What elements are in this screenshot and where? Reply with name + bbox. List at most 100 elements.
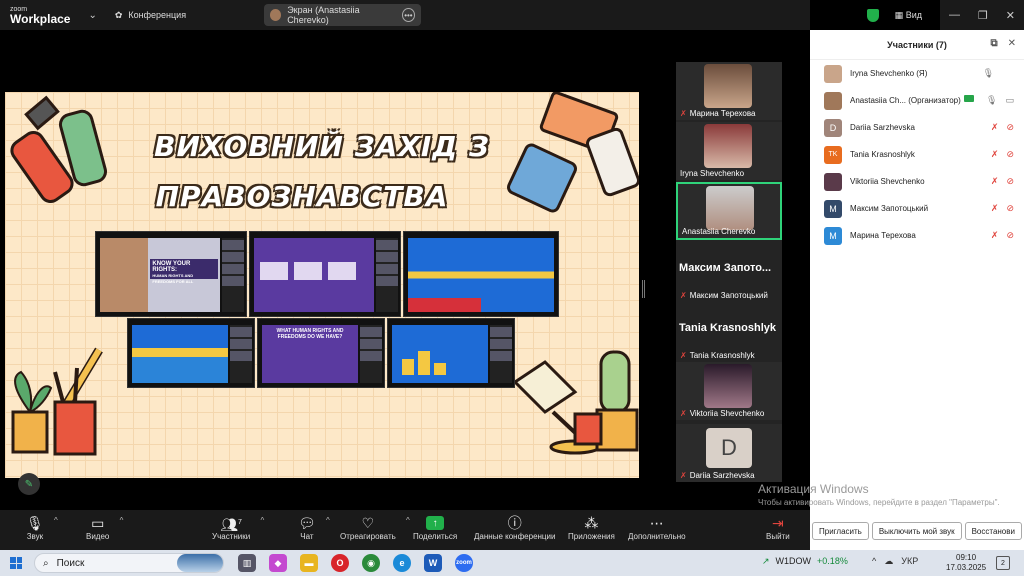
chat-button[interactable]: 💬︎ Чат ^ (298, 514, 330, 541)
participant-row[interactable]: TK Tania Krasnoshlyk ✗ ⊘ (810, 141, 1024, 168)
video-tile[interactable]: D ✗ Dariia Sarzhevska (676, 424, 782, 482)
meeting-menu[interactable]: ✿ Конференция (115, 10, 186, 21)
audio-button[interactable]: 🎙︎ Звук ^ (26, 514, 58, 541)
mute-me-button[interactable]: Выключить мой звук (871, 522, 962, 540)
more-button[interactable]: ⋯ Дополнительно (628, 514, 686, 541)
participant-row[interactable]: M Максим Запотоцький ✗ ⊘ (810, 195, 1024, 222)
shared-screen: ВИХОВНИЙ ЗАХІД З ПРАВОЗНАВСТВА KNOW YOUR… (0, 30, 670, 510)
thumbnail-screen (132, 325, 228, 383)
video-off-icon[interactable]: ⊘ (1006, 230, 1014, 241)
participant-row[interactable]: M Марина Терехова ✗ ⊘ (810, 222, 1024, 249)
screenshot-thumbnail (387, 318, 515, 388)
video-off-icon[interactable]: ⊘ (1006, 122, 1014, 133)
invite-button[interactable]: Пригласить (812, 522, 869, 540)
stock-widget[interactable]: ↗ W1DOW +0.18% (762, 556, 848, 567)
share-button[interactable]: ↑ Поделиться (413, 514, 457, 541)
view-label: Вид (905, 9, 922, 20)
participant-row[interactable]: Anastasiia Ch... (Организатор) 🎙︎ ▭ (810, 87, 1024, 114)
mic-on-icon[interactable]: 🎙︎ (986, 95, 997, 106)
participants-label: Участники (212, 532, 251, 541)
clock[interactable]: 09:10 17.03.2025 (946, 553, 986, 573)
video-button[interactable]: ▭ Видео ^ (86, 514, 123, 541)
edge-icon[interactable]: e (393, 554, 411, 572)
video-tile-active[interactable]: Anastasiia Cherevko (676, 182, 782, 240)
participant-row[interactable]: D Dariia Sarzhevska ✗ ⊘ (810, 114, 1024, 141)
video-off-icon[interactable]: ⊘ (1006, 149, 1014, 160)
tile-name-text: Максим Запотоцький (689, 291, 768, 300)
chrome-icon[interactable]: ◉ (362, 554, 380, 572)
tile-name-text: Tania Krasnoshlyk (689, 351, 755, 360)
opera-icon[interactable]: O (331, 554, 349, 572)
participant-row[interactable]: Viktoriia Shevchenko ✗ ⊘ (810, 168, 1024, 195)
leave-icon: ⇥ (771, 515, 784, 531)
windows-taskbar: ⌕ Поиск ▥ ◆ ▬ O ◉ e W zoom ↗ W1DOW +0.18… (0, 550, 1024, 576)
video-off-icon[interactable]: ⊘ (1006, 176, 1014, 187)
tile-big-name: Tania Krasnoshlyk (679, 322, 776, 334)
chevron-up-icon[interactable]: ^ (120, 516, 124, 525)
participants-button[interactable]: 👥︎7 Участники ^ (212, 514, 264, 541)
mic-on-icon[interactable]: 🎙︎ (983, 68, 994, 79)
popout-icon[interactable]: ⧉ (990, 38, 997, 49)
more-icon[interactable]: ••• (401, 8, 415, 22)
annotate-icon[interactable]: ✎ (18, 473, 40, 495)
top-right-controls: ▦ Вид (866, 0, 932, 30)
chevron-up-icon[interactable]: ^ (260, 516, 264, 525)
search-icon: ⌕ (43, 557, 49, 569)
view-menu[interactable]: ▦ Вид (895, 10, 922, 21)
mic-off-icon[interactable]: ✗ (991, 176, 999, 187)
screen-share-indicator[interactable]: Экран (Anastasiia Cherevko) ••• (264, 4, 421, 26)
audio-label: Звук (26, 532, 44, 541)
restore-button[interactable]: Восстанови (964, 522, 1022, 540)
tile-name: Anastasiia Cherevko (682, 227, 755, 236)
chevron-up-icon[interactable]: ^ (54, 516, 58, 525)
participant-video (704, 64, 752, 108)
notifications-icon[interactable]: 2 (996, 556, 1010, 570)
maximize-icon[interactable]: ❐ (978, 9, 988, 22)
splitter-handle[interactable] (642, 280, 645, 298)
avatar: TK (824, 145, 842, 164)
info-icon: ⓘ (507, 515, 522, 531)
apps-button[interactable]: ⁂ Приложения (568, 514, 615, 541)
mic-off-icon[interactable]: ✗ (991, 122, 999, 133)
close-icon[interactable]: ✕ (1008, 38, 1016, 49)
chevron-up-icon[interactable]: ^ (872, 556, 876, 567)
shield-icon[interactable] (866, 8, 879, 22)
word-icon[interactable]: W (424, 554, 442, 572)
video-on-icon[interactable]: ▭ (1005, 95, 1014, 106)
file-explorer-icon[interactable]: ▬ (300, 554, 318, 572)
language-indicator[interactable]: УКР (901, 556, 918, 567)
participant-row[interactable]: Iryna Shevchenko (Я) 🎙︎ (810, 60, 1024, 87)
zoom-icon[interactable]: zoom (455, 554, 473, 572)
video-tile[interactable]: Максим Запото... ✗ Максим Запотоцький (676, 242, 782, 302)
mic-off-icon[interactable]: ✗ (991, 230, 999, 241)
react-button[interactable]: ♡ Отреагировать ^ (340, 514, 410, 541)
video-tile[interactable]: ✗ Viktoriia Shevchenko (676, 362, 782, 420)
chevron-up-icon[interactable]: ^ (326, 516, 330, 525)
video-tile[interactable]: ✗ Марина Терехова (676, 62, 782, 120)
leave-button[interactable]: ⇥ Выйти (766, 514, 790, 541)
tile-big-name: Максим Запото... (679, 262, 772, 274)
copilot-icon[interactable]: ◆ (269, 554, 287, 572)
mic-off-icon[interactable]: ✗ (991, 203, 999, 214)
screenshot-thumbnail (127, 318, 255, 388)
cloud-icon[interactable]: ☁ (884, 556, 893, 567)
tile-name-text: Anastasiia Cherevko (682, 227, 756, 236)
screenshot-thumbnail (403, 231, 559, 317)
share-screen-icon: ↑ (426, 516, 445, 530)
mic-off-icon: ✗ (680, 409, 687, 418)
video-tile[interactable]: Tania Krasnoshlyk ✗ Tania Krasnoshlyk (676, 302, 782, 362)
chevron-up-icon[interactable]: ^ (406, 516, 410, 525)
more-label: Дополнительно (628, 532, 686, 541)
chevron-down-icon[interactable]: ⌄ (88, 10, 96, 21)
meeting-info-button[interactable]: ⓘ Данные конференции (474, 514, 555, 541)
taskbar-search[interactable]: ⌕ Поиск (34, 553, 224, 573)
video-tile[interactable]: Iryna Shevchenko (676, 122, 782, 180)
windows-start-icon[interactable] (10, 557, 22, 569)
video-off-icon[interactable]: ⊘ (1006, 203, 1014, 214)
minimize-icon[interactable]: — (949, 9, 960, 21)
mic-off-icon[interactable]: ✗ (991, 149, 999, 160)
participant-name: Viktoriia Shevchenko (850, 177, 925, 186)
task-view-icon[interactable]: ▥ (238, 554, 256, 572)
close-icon[interactable]: ✕ (1006, 9, 1015, 22)
participant-name: Максим Запотоцький (850, 204, 929, 213)
